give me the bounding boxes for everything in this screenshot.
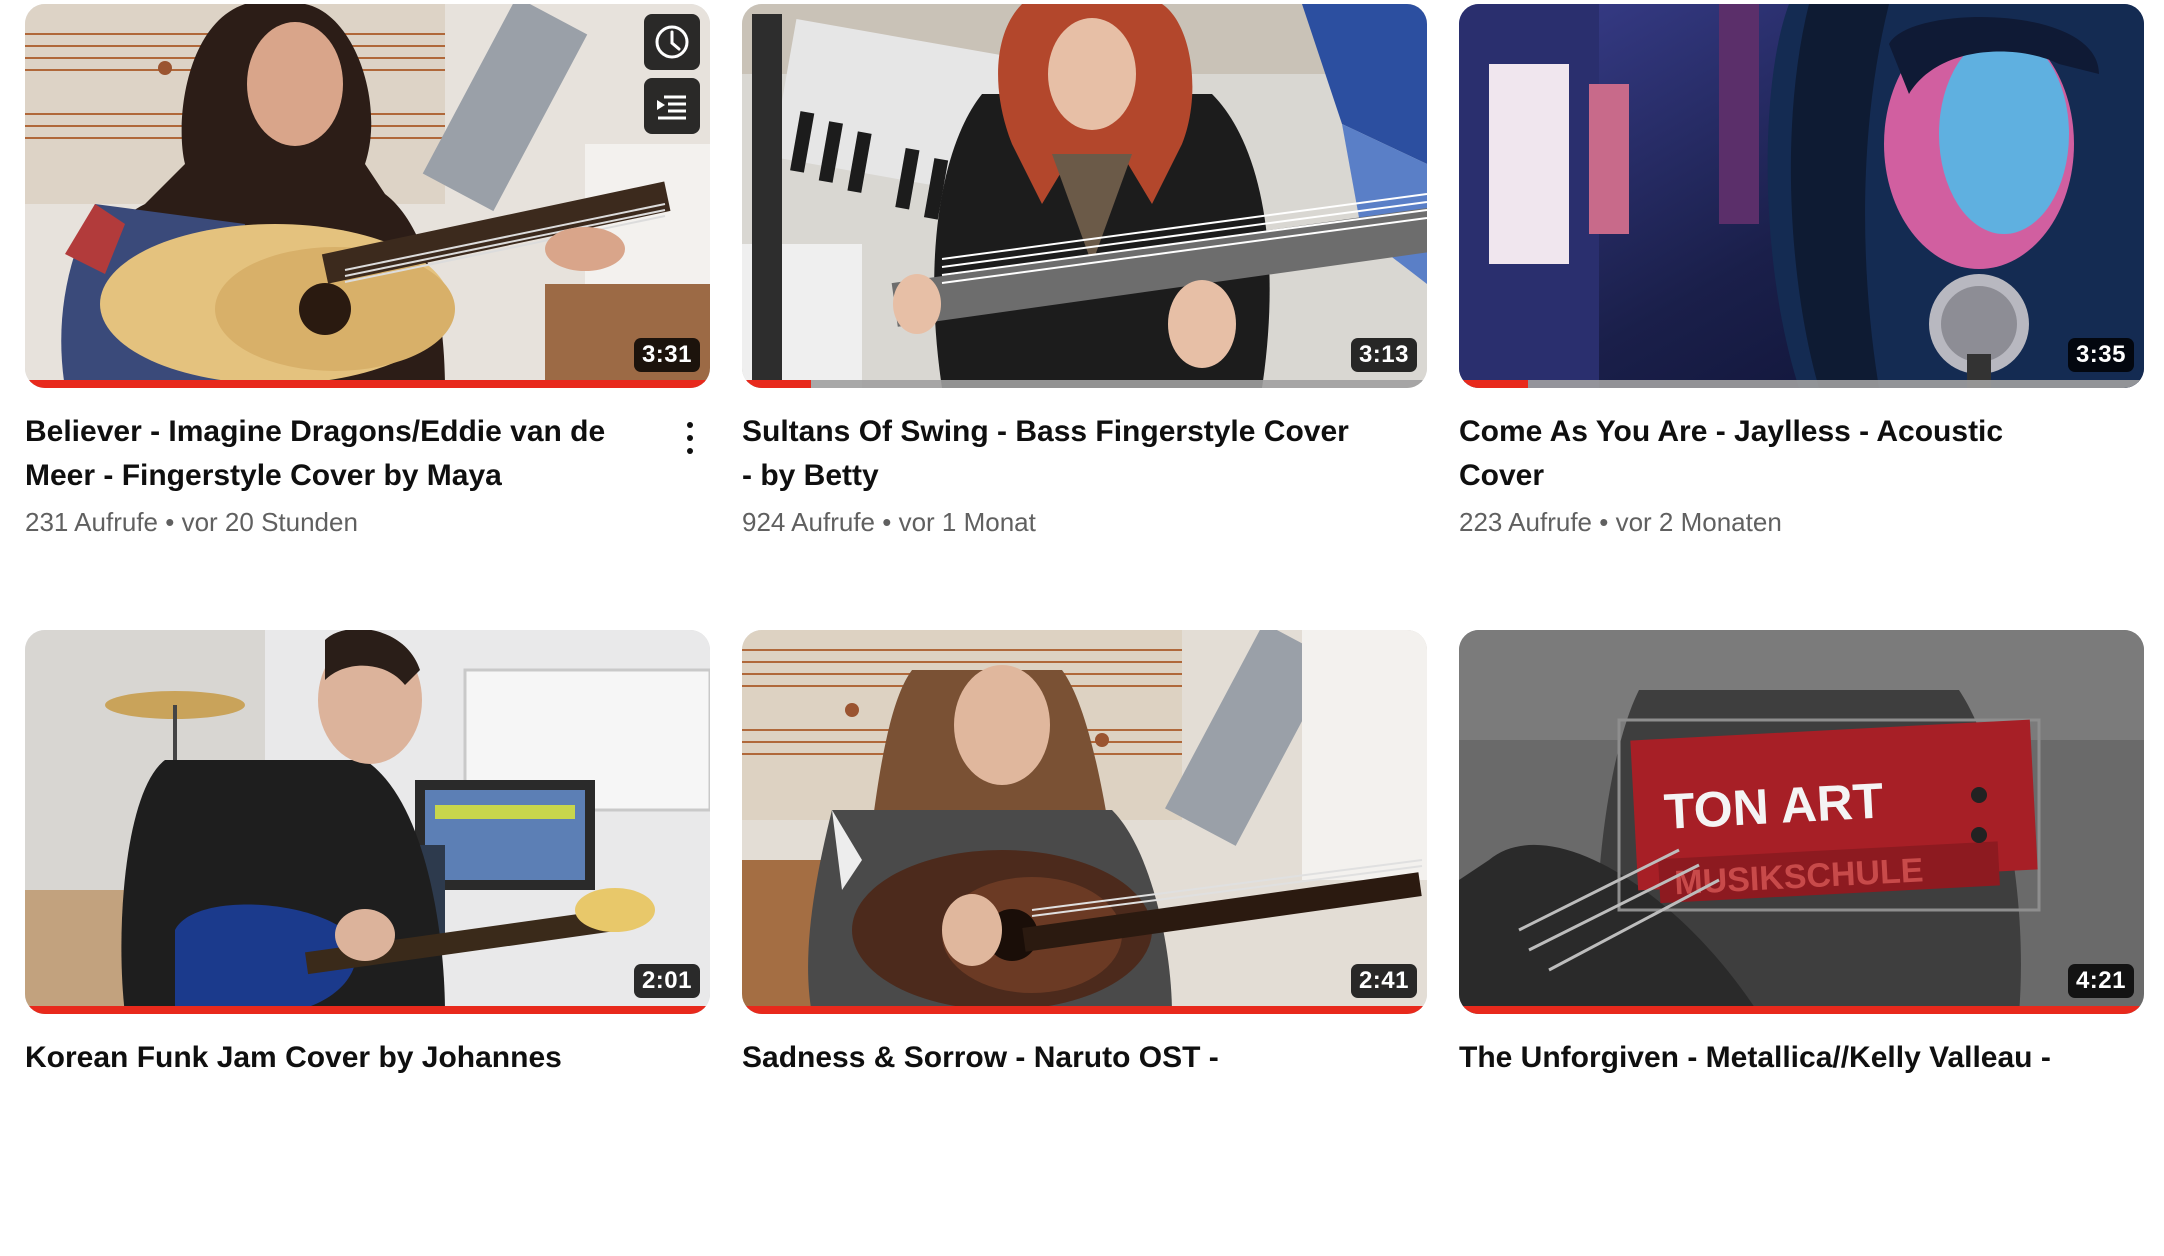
add-to-queue-button[interactable] (644, 78, 700, 134)
watch-progress-fill (25, 380, 710, 388)
video-thumbnail[interactable]: 2:41 (742, 630, 1427, 1014)
video-title[interactable]: Korean Funk Jam Cover by Johannes (25, 1036, 650, 1080)
video-duration: 4:21 (2067, 964, 2134, 998)
thumbnail-image (742, 630, 1427, 1014)
video-card[interactable]: 3:31 Believer - Imagine Dragons/Eddie va… (25, 4, 710, 630)
video-title[interactable]: Believer - Imagine Dragons/Eddie van de … (25, 410, 650, 498)
video-stats: 231 Aufrufe • vor 20 Stunden (25, 504, 650, 540)
thumbnail-image (25, 630, 710, 1014)
watch-later-button[interactable] (644, 14, 700, 70)
thumbnail-image (742, 4, 1427, 388)
video-meta: Korean Funk Jam Cover by Johannes (25, 1014, 710, 1080)
video-duration: 3:31 (633, 338, 700, 372)
thumbnail-image (25, 4, 710, 388)
upload-age: vor 1 Monat (898, 507, 1036, 537)
video-title[interactable]: The Unforgiven - Metallica//Kelly Vallea… (1459, 1036, 2084, 1080)
video-thumbnail[interactable]: 3:35 (1459, 4, 2144, 388)
upload-age: vor 20 Stunden (181, 507, 358, 537)
upload-age: vor 2 Monaten (1615, 507, 1782, 537)
video-duration: 3:13 (1350, 338, 1417, 372)
thumbnail-image (1459, 4, 2144, 388)
video-title[interactable]: Come As You Are - Jaylless - Acoustic Co… (1459, 410, 2084, 498)
watch-progress-fill (25, 1006, 710, 1014)
video-thumbnail[interactable]: 3:13 (742, 4, 1427, 388)
watch-progress-bar (1459, 1006, 2144, 1014)
more-actions-button[interactable] (678, 418, 702, 458)
school-logo: TON ART (1663, 772, 1885, 839)
video-meta: Believer - Imagine Dragons/Eddie van de … (25, 388, 710, 540)
video-meta: The Unforgiven - Metallica//Kelly Vallea… (1459, 1014, 2144, 1080)
queue-icon (657, 95, 686, 120)
video-stats: 924 Aufrufe • vor 1 Monat (742, 504, 1367, 540)
meta-separator: • (165, 507, 175, 537)
more-vert-icon (687, 422, 693, 428)
watch-progress-bar (25, 1006, 710, 1014)
video-card[interactable]: 2:01 Korean Funk Jam Cover by Johannes (25, 630, 710, 1256)
video-title[interactable]: Sadness & Sorrow - Naruto OST - (742, 1036, 1367, 1080)
meta-separator: • (1599, 507, 1609, 537)
video-duration: 2:41 (1350, 964, 1417, 998)
video-thumbnail[interactable]: TON ART MUSIKSCHULE 4:21 (1459, 630, 2144, 1014)
watch-progress-fill (1459, 1006, 2144, 1014)
watch-progress-fill (742, 1006, 1427, 1014)
view-count: 223 Aufrufe (1459, 507, 1592, 537)
video-stats: 223 Aufrufe • vor 2 Monaten (1459, 504, 2084, 540)
video-title[interactable]: Sultans Of Swing - Bass Fingerstyle Cove… (742, 410, 1367, 498)
watch-progress-bar (742, 1006, 1427, 1014)
watch-progress-fill (742, 380, 811, 388)
meta-separator: • (882, 507, 892, 537)
watch-progress-fill (1459, 380, 1528, 388)
watch-progress-bar (742, 380, 1427, 388)
watch-progress-bar (25, 380, 710, 388)
video-thumbnail[interactable]: 2:01 (25, 630, 710, 1014)
video-meta: Sadness & Sorrow - Naruto OST - (742, 1014, 1427, 1080)
video-meta: Come As You Are - Jaylless - Acoustic Co… (1459, 388, 2144, 540)
video-duration: 3:35 (2067, 338, 2134, 372)
watch-progress-bar (1459, 380, 2144, 388)
video-thumbnail[interactable]: 3:31 (25, 4, 710, 388)
view-count: 924 Aufrufe (742, 507, 875, 537)
video-card[interactable]: 3:13 Sultans Of Swing - Bass Fingerstyle… (742, 4, 1427, 630)
video-meta: Sultans Of Swing - Bass Fingerstyle Cove… (742, 388, 1427, 540)
thumbnail-image: TON ART MUSIKSCHULE (1459, 630, 2144, 1014)
video-card[interactable]: 3:35 Come As You Are - Jaylless - Acoust… (1459, 4, 2144, 630)
video-card[interactable]: TON ART MUSIKSCHULE 4:21 The Unforgiven … (1459, 630, 2144, 1256)
clock-icon (655, 25, 689, 59)
video-grid: 3:31 Believer - Imagine Dragons/Eddie va… (25, 4, 2145, 1256)
video-duration: 2:01 (633, 964, 700, 998)
view-count: 231 Aufrufe (25, 507, 158, 537)
video-card[interactable]: 2:41 Sadness & Sorrow - Naruto OST - (742, 630, 1427, 1256)
